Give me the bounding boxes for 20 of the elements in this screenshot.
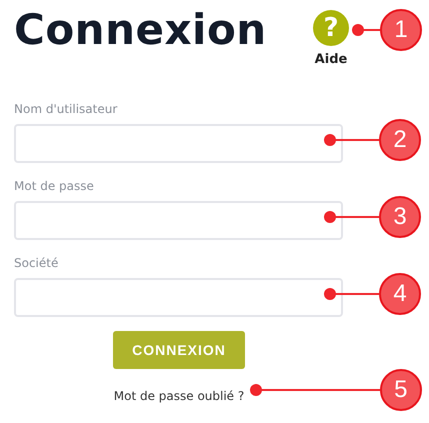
input-field[interactable]	[14, 278, 343, 317]
leader-line	[324, 211, 379, 223]
leader-line	[324, 134, 379, 146]
callout-number: 4	[379, 273, 421, 315]
input-field[interactable]	[14, 124, 343, 163]
page-title: Connexion	[14, 4, 267, 51]
field-label: Mot de passe	[14, 178, 95, 195]
field-label: Nom d'utilisateur	[14, 101, 118, 118]
leader-line	[324, 288, 379, 300]
help-button[interactable]: ?	[313, 10, 349, 46]
callout-number: 3	[379, 196, 421, 238]
login-button[interactable]: CONNEXION	[113, 331, 245, 369]
forgot-password-link[interactable]: Mot de passe oublié ?	[114, 389, 244, 403]
callout-number: 5	[380, 369, 422, 411]
input-field[interactable]	[14, 201, 343, 240]
field-label: Société	[14, 255, 60, 272]
callout-number: 1	[380, 9, 422, 51]
callout-number: 2	[379, 119, 421, 161]
help-label: Aide	[314, 51, 348, 69]
leader-line	[352, 24, 380, 36]
